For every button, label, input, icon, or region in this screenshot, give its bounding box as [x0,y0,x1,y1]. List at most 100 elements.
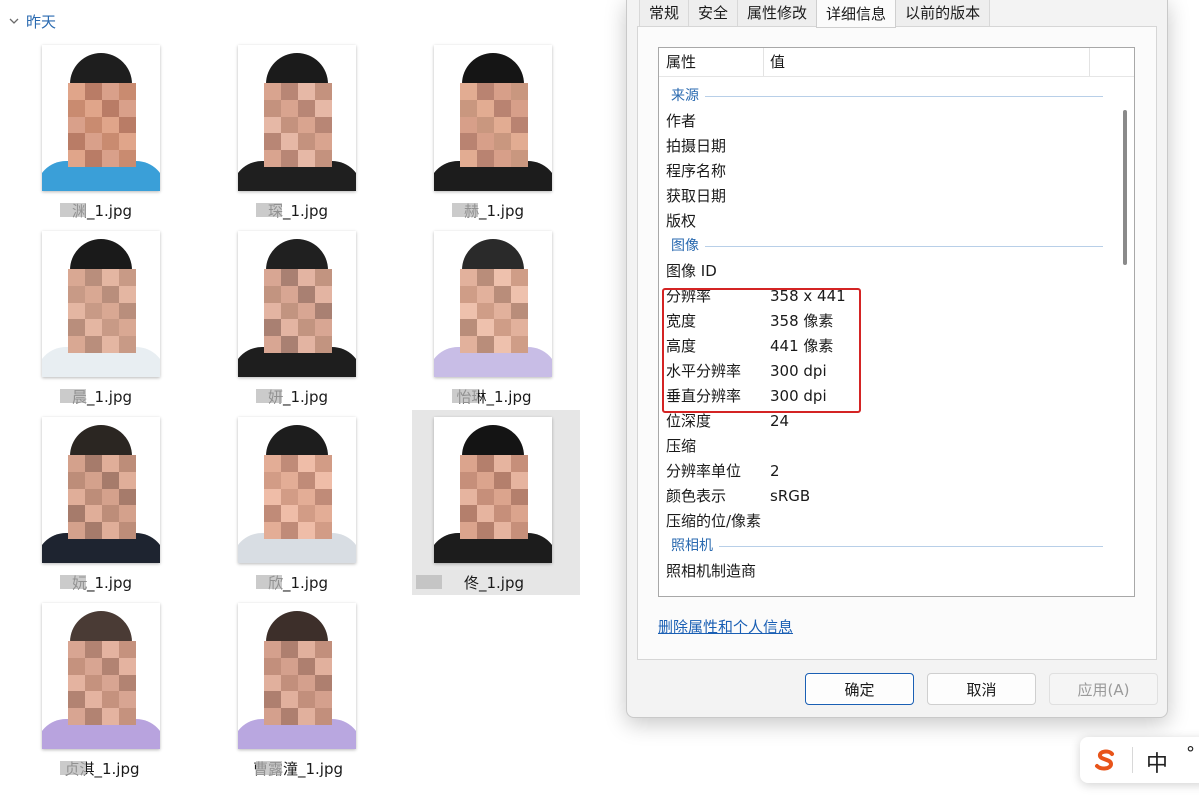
section-divider [703,96,1103,97]
property-row[interactable]: 压缩的位/像素 [659,509,1099,534]
property-name: 压缩的位/像素 [666,512,762,530]
mosaic-tile [315,674,332,692]
group-header-yesterday[interactable]: 昨天 [8,10,56,32]
mosaic-tile [315,641,332,658]
mosaic-tile [298,657,315,675]
mosaic-tile [298,674,315,692]
mosaic-tile [264,708,281,725]
photo-thumbnail[interactable] [42,45,160,191]
photo-thumbnail[interactable] [434,231,552,377]
mosaic-tile [281,336,298,353]
redaction-block [452,389,478,403]
property-row[interactable]: 分辨率 358 x 441 [659,284,1099,309]
section-header[interactable]: 照相机 [659,534,1103,559]
property-row[interactable]: 宽度 358 像素 [659,309,1099,334]
section-header[interactable]: 来源 [659,84,1103,109]
tab-1[interactable]: 安全 [688,0,739,27]
mosaic-tile [511,285,528,303]
file-thumbnail-item[interactable]: 妍_1.jpg [238,231,398,411]
cancel-button[interactable]: 取消 [927,673,1036,705]
photo-thumbnail[interactable] [238,45,356,191]
tab-3[interactable]: 详细信息 [816,0,897,28]
photo-thumbnail[interactable] [238,231,356,377]
sogou-logo-icon[interactable] [1092,747,1118,773]
ime-mode-toggle[interactable]: 中 [1146,746,1168,778]
column-header-value[interactable]: 值 [770,48,785,76]
ok-button[interactable]: 确定 [805,673,914,705]
photo-thumbnail[interactable] [42,603,160,749]
ime-toolbar[interactable]: 中 ° [1080,737,1199,783]
mosaic-tile [511,83,528,100]
property-row[interactable]: 作者 [659,109,1099,134]
file-thumbnail-item[interactable]: 妧_1.jpg [42,417,202,597]
photo-thumbnail[interactable] [42,417,160,563]
mosaic-tile [68,150,85,167]
remove-properties-link[interactable]: 删除属性和个人信息 [658,616,793,637]
photo-thumbnail[interactable] [238,603,356,749]
column-separator[interactable] [763,48,764,76]
mosaic-tile [281,133,298,151]
property-row[interactable]: 照相机制造商 [659,559,1099,584]
property-row[interactable]: 水平分辨率 300 dpi [659,359,1099,384]
mosaic-tile [102,319,119,337]
property-row[interactable]: 图像 ID [659,259,1099,284]
mosaic-tile [119,691,136,709]
mosaic-tile [298,455,315,472]
mosaic-tile [102,471,119,489]
property-row[interactable]: 高度 441 像素 [659,334,1099,359]
column-separator[interactable] [1089,48,1090,76]
mosaic-tile [85,691,102,709]
redaction-block [256,203,282,217]
photo-thumbnail[interactable] [434,45,552,191]
mosaic-tile [494,150,511,167]
tab-0[interactable]: 常规 [639,0,690,27]
ime-punctuation-toggle[interactable]: ° [1186,743,1195,764]
tab-4[interactable]: 以前的版本 [895,0,991,27]
mosaic-tile [477,455,494,472]
mosaic-tile [494,99,511,117]
face-mosaic [264,455,332,539]
photo-thumbnail[interactable] [434,417,552,563]
face-mosaic [460,83,528,167]
file-thumbnail-item[interactable]: 晨_1.jpg [42,231,202,411]
file-thumbnail-item[interactable]: 贞淇_1.jpg [42,603,202,783]
mosaic-tile [298,269,315,286]
mosaic-tile [477,133,494,151]
mosaic-tile [68,116,85,134]
section-header[interactable]: 图像 [659,234,1103,259]
photo-thumbnail[interactable] [42,231,160,377]
properties-list[interactable]: 属性 值 来源 作者 拍摄日期 程序名称 获取日期 版权 图像 图像 ID 分辨率 358 x 4… [658,47,1135,597]
mosaic-tile [315,336,332,353]
file-thumbnail-item[interactable]: 曹露潼_1.jpg [238,603,398,783]
file-thumbnail-item[interactable]: 渊_1.jpg [42,45,202,225]
property-row[interactable]: 颜色表示 sRGB [659,484,1099,509]
mosaic-tile [315,471,332,489]
property-name: 垂直分辨率 [666,387,742,405]
file-thumbnail-item[interactable]: 怡琳_1.jpg [434,231,594,411]
column-header-property[interactable]: 属性 [666,48,696,76]
file-thumbnail-item[interactable]: 琛_1.jpg [238,45,398,225]
property-row[interactable]: 获取日期 [659,184,1099,209]
property-row[interactable]: 位深度 24 [659,409,1099,434]
tab-2[interactable]: 属性修改 [737,0,818,27]
property-value: 300 dpi [770,387,827,405]
photo-thumbnail[interactable] [238,417,356,563]
file-thumbnail-item[interactable]: 佟_1.jpg [412,410,580,595]
mosaic-tile [460,269,477,286]
property-row[interactable]: 分辨率单位 2 [659,459,1099,484]
apply-button[interactable]: 应用(A) [1049,673,1158,705]
file-thumbnail-item[interactable]: 欣_1.jpg [238,417,398,597]
property-row[interactable]: 垂直分辨率 300 dpi [659,384,1099,409]
property-row[interactable]: 版权 [659,209,1099,234]
mosaic-tile [264,285,281,303]
mosaic-tile [85,522,102,539]
property-row[interactable]: 程序名称 [659,159,1099,184]
mosaic-tile [85,657,102,675]
mosaic-tile [511,505,528,523]
property-row[interactable]: 拍摄日期 [659,134,1099,159]
list-header: 属性 值 [659,48,1134,77]
file-thumbnail-item[interactable]: 赫_1.jpg [434,45,594,225]
mosaic-tile [68,641,85,658]
property-row[interactable]: 压缩 [659,434,1099,459]
vertical-scrollbar[interactable] [1123,110,1127,265]
